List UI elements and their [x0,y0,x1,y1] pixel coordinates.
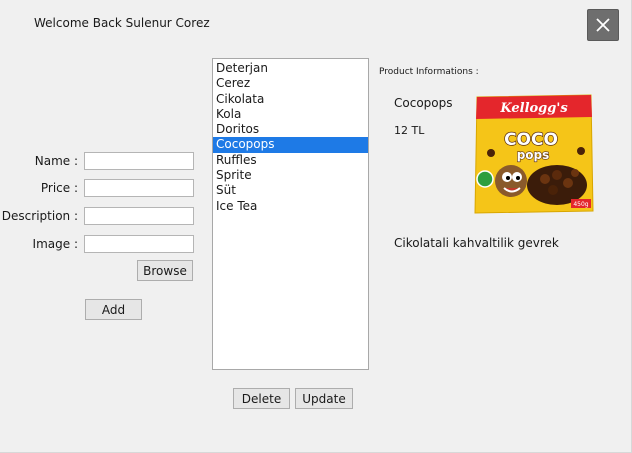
list-item[interactable]: Ice Tea [213,199,368,214]
product-listbox[interactable]: Deterjan Cerez Cikolata Kola Doritos Coc… [212,58,369,370]
close-button[interactable] [587,9,619,41]
list-item[interactable]: Cikolata [213,92,368,107]
image-input[interactable] [84,235,194,253]
product-name: Cocopops [394,96,453,110]
delete-button[interactable]: Delete [233,388,290,409]
description-input[interactable] [84,207,194,225]
list-item[interactable]: Süt [213,183,368,198]
image-title-pops: pops [517,148,550,162]
update-button[interactable]: Update [295,388,353,409]
price-input[interactable] [84,179,194,197]
add-button[interactable]: Add [85,299,142,320]
list-item[interactable]: Cerez [213,76,368,91]
brand-text: Kellogg's [499,101,568,116]
product-info-title: Product Informations : [379,67,479,77]
welcome-text: Welcome Back Sulenur Corez [34,16,210,30]
image-title-coco: COCO [504,130,558,150]
list-item[interactable]: Cocopops [213,137,368,153]
product-price: 12 TL [394,124,425,137]
description-label: Description : [1,209,78,223]
list-item[interactable]: Doritos [213,122,368,137]
list-item[interactable]: Deterjan [213,61,368,76]
list-item[interactable]: Kola [213,107,368,122]
main-window: Welcome Back Sulenur Corez Name : Price … [0,0,632,453]
name-input[interactable] [84,152,194,170]
close-icon [596,18,610,32]
name-label: Name : [34,154,78,168]
product-image: Kellogg's COCO pops 450g [474,94,594,214]
browse-button[interactable]: Browse [137,260,193,281]
price-label: Price : [40,181,78,195]
product-description: Cikolatali kahvaltilik gevrek [394,236,559,250]
list-item[interactable]: Ruffles [213,153,368,168]
list-item[interactable]: Sprite [213,168,368,183]
weight-text: 450g [573,201,588,208]
image-label: Image : [32,237,78,251]
